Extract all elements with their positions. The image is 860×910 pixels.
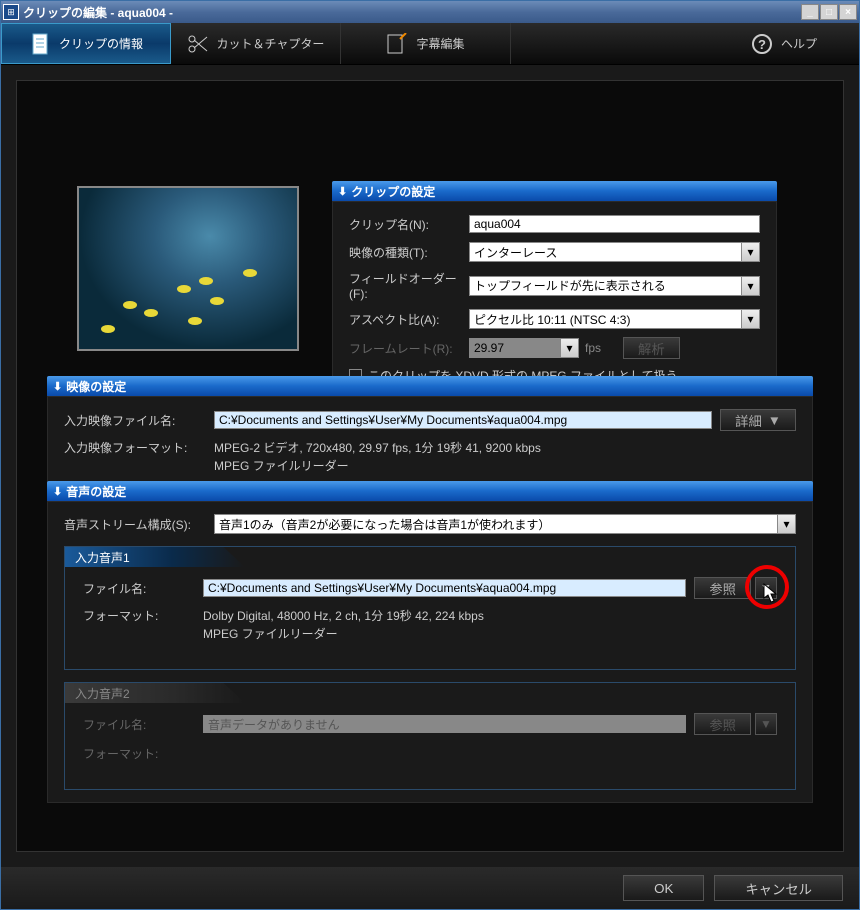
minimize-button[interactable]: _ (801, 4, 819, 20)
video-type-select[interactable]: インターレース▾ (469, 242, 760, 262)
audio2-format-label: フォーマット: (83, 745, 203, 762)
audio1-format-info: Dolby Digital, 48000 Hz, 2 ch, 1分 19秒 42… (203, 607, 484, 643)
detail-button[interactable]: 詳細 ▼ (720, 409, 796, 431)
svg-text:?: ? (758, 37, 766, 52)
chevron-down-icon: ▼ (768, 413, 781, 428)
audio1-subsection: 入力音声1 ファイル名: 参照 ▼ フォーマット: (64, 546, 796, 670)
sub-header: 入力音声2 (65, 683, 245, 703)
audio1-file-input[interactable] (203, 579, 686, 597)
clip-name-input[interactable] (469, 215, 760, 233)
audio-settings-section: ⬇ 音声の設定 音声ストリーム構成(S): 音声1のみ（音声2が必要になった場合… (47, 481, 813, 803)
video-format-label: 入力映像フォーマット: (64, 439, 214, 456)
audio2-subsection: 入力音声2 ファイル名: 参照 ▼ フォーマット: (64, 682, 796, 790)
maximize-button[interactable]: □ (820, 4, 838, 20)
aspect-label: アスペクト比(A): (349, 311, 469, 328)
content-area: ⬇ クリップの設定 クリップ名(N): 映像の種類(T): インターレース▾ フ… (1, 65, 859, 867)
analyze-button: 解析 (623, 337, 680, 359)
chevron-down-icon: ⬇ (53, 485, 62, 498)
bottom-bar: OK キャンセル (1, 867, 859, 909)
tab-subtitle[interactable]: 字幕編集 (341, 23, 511, 64)
fps-unit: fps (585, 341, 615, 355)
dropdown-icon[interactable]: ▾ (741, 243, 759, 261)
clip-settings-section: ⬇ クリップの設定 クリップ名(N): 映像の種類(T): インターレース▾ フ… (332, 181, 777, 397)
browse-button-disabled: 参照 (694, 713, 751, 735)
video-file-label: 入力映像ファイル名: (64, 412, 214, 429)
audio1-file-label: ファイル名: (83, 580, 203, 597)
audio2-file-input (203, 715, 686, 733)
dropdown-icon[interactable]: ▾ (741, 277, 759, 295)
dropdown-icon[interactable]: ▾ (777, 515, 795, 533)
field-order-label: フィールドオーダー(F): (349, 270, 469, 301)
chevron-down-icon: ⬇ (53, 380, 62, 393)
app-window: ⊞ クリップの編集 - aqua004 - _ □ × クリップの情報 カット＆… (0, 0, 860, 910)
tab-help[interactable]: ? ヘルプ (709, 23, 859, 64)
tab-cut-chapter[interactable]: カット＆チャプター (171, 23, 341, 64)
audio2-dropdown-button: ▼ (755, 713, 777, 735)
section-title: クリップの設定 (351, 183, 435, 200)
chevron-down-icon: ⬇ (338, 185, 347, 198)
browse-button[interactable]: 参照 (694, 577, 751, 599)
ok-button[interactable]: OK (623, 875, 704, 901)
clip-thumbnail (77, 186, 299, 351)
titlebar[interactable]: ⊞ クリップの編集 - aqua004 - _ □ × (1, 1, 859, 23)
aspect-select[interactable]: ピクセル比 10:11 (NTSC 4:3)▾ (469, 309, 760, 329)
audio1-dropdown-button[interactable]: ▼ (755, 577, 777, 599)
section-header: ⬇ 音声の設定 (47, 481, 813, 501)
tab-label: ヘルプ (781, 35, 817, 52)
framerate-label: フレームレート(R): (349, 340, 469, 357)
scissors-icon (187, 33, 209, 55)
stream-label: 音声ストリーム構成(S): (64, 516, 214, 533)
stream-select[interactable]: 音声1のみ（音声2が必要になった場合は音声1が使われます）▾ (214, 514, 796, 534)
video-type-label: 映像の種類(T): (349, 244, 469, 261)
framerate-select: 29.97▾ (469, 338, 579, 358)
toolbar: クリップの情報 カット＆チャプター 字幕編集 ? ヘルプ (1, 23, 859, 65)
video-format-info: MPEG-2 ビデオ, 720x480, 29.97 fps, 1分 19秒 4… (214, 439, 541, 475)
tab-clip-info[interactable]: クリップの情報 (1, 23, 171, 64)
cancel-button[interactable]: キャンセル (714, 875, 843, 901)
close-button[interactable]: × (839, 4, 857, 20)
sub-header: 入力音声1 (65, 547, 245, 567)
dropdown-icon: ▾ (560, 339, 578, 357)
audio1-format-label: フォーマット: (83, 607, 203, 624)
tab-label: クリップの情報 (59, 35, 143, 52)
tab-label: カット＆チャプター (217, 35, 325, 52)
window-title: クリップの編集 - aqua004 - (23, 4, 801, 21)
tab-label: 字幕編集 (416, 35, 464, 52)
help-icon: ? (751, 33, 773, 55)
inner-panel: ⬇ クリップの設定 クリップ名(N): 映像の種類(T): インターレース▾ フ… (16, 80, 844, 852)
section-title: 映像の設定 (66, 378, 126, 395)
section-title: 音声の設定 (66, 483, 126, 500)
window-controls: _ □ × (801, 4, 857, 20)
video-settings-section: ⬇ 映像の設定 入力映像ファイル名: 詳細 ▼ 入力映像フォーマット: MPEG… (47, 376, 813, 496)
clip-name-label: クリップ名(N): (349, 216, 469, 233)
video-file-input[interactable] (214, 411, 712, 429)
document-icon (29, 33, 51, 55)
dropdown-icon[interactable]: ▾ (741, 310, 759, 328)
section-header: ⬇ クリップの設定 (332, 181, 777, 201)
edit-icon (386, 33, 408, 55)
app-icon: ⊞ (3, 4, 19, 20)
section-header: ⬇ 映像の設定 (47, 376, 813, 396)
field-order-select[interactable]: トップフィールドが先に表示される▾ (469, 276, 760, 296)
audio2-file-label: ファイル名: (83, 716, 203, 733)
